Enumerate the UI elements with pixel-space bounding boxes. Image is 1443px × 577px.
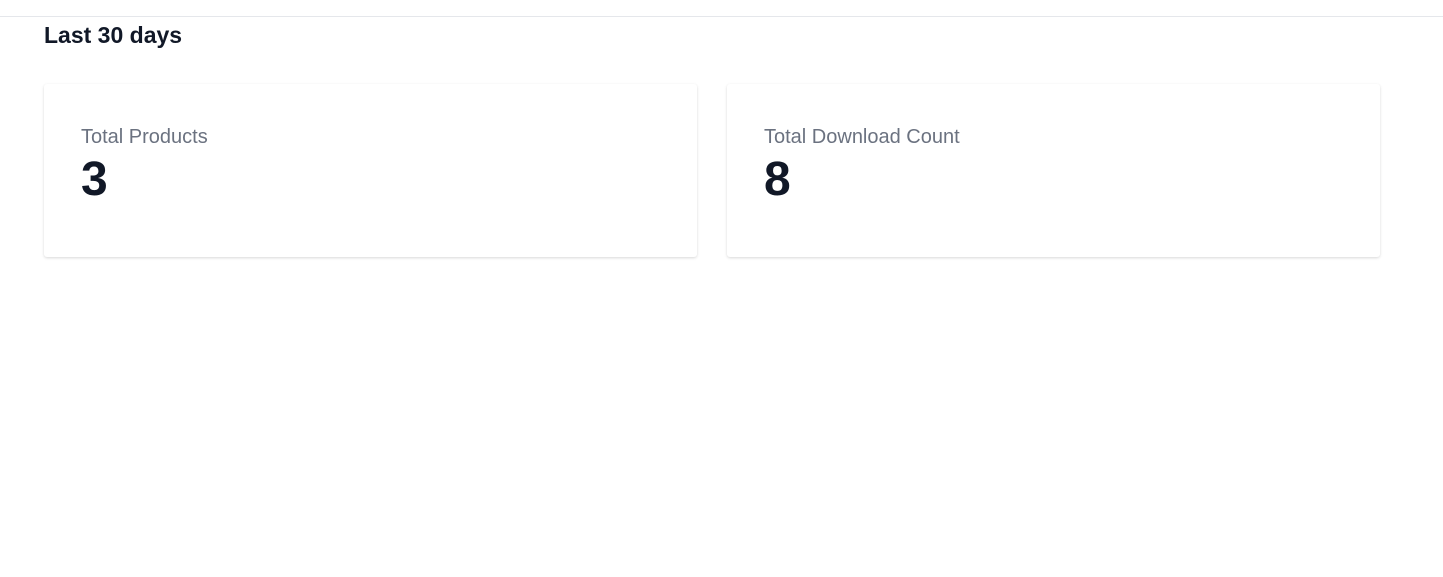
page-title: Last 30 days xyxy=(44,22,183,48)
stat-label: Total Download Count xyxy=(764,126,960,148)
stat-value: 8 xyxy=(764,153,791,206)
stat-card-total-products: Total Products 3 xyxy=(44,84,697,257)
stat-value: 3 xyxy=(81,153,108,206)
stat-card-total-download-count: Total Download Count 8 xyxy=(727,84,1380,257)
top-divider xyxy=(0,16,1443,17)
stat-label: Total Products xyxy=(81,126,208,148)
stats-grid: Total Products 3 Total Download Count 8 xyxy=(44,84,1380,257)
